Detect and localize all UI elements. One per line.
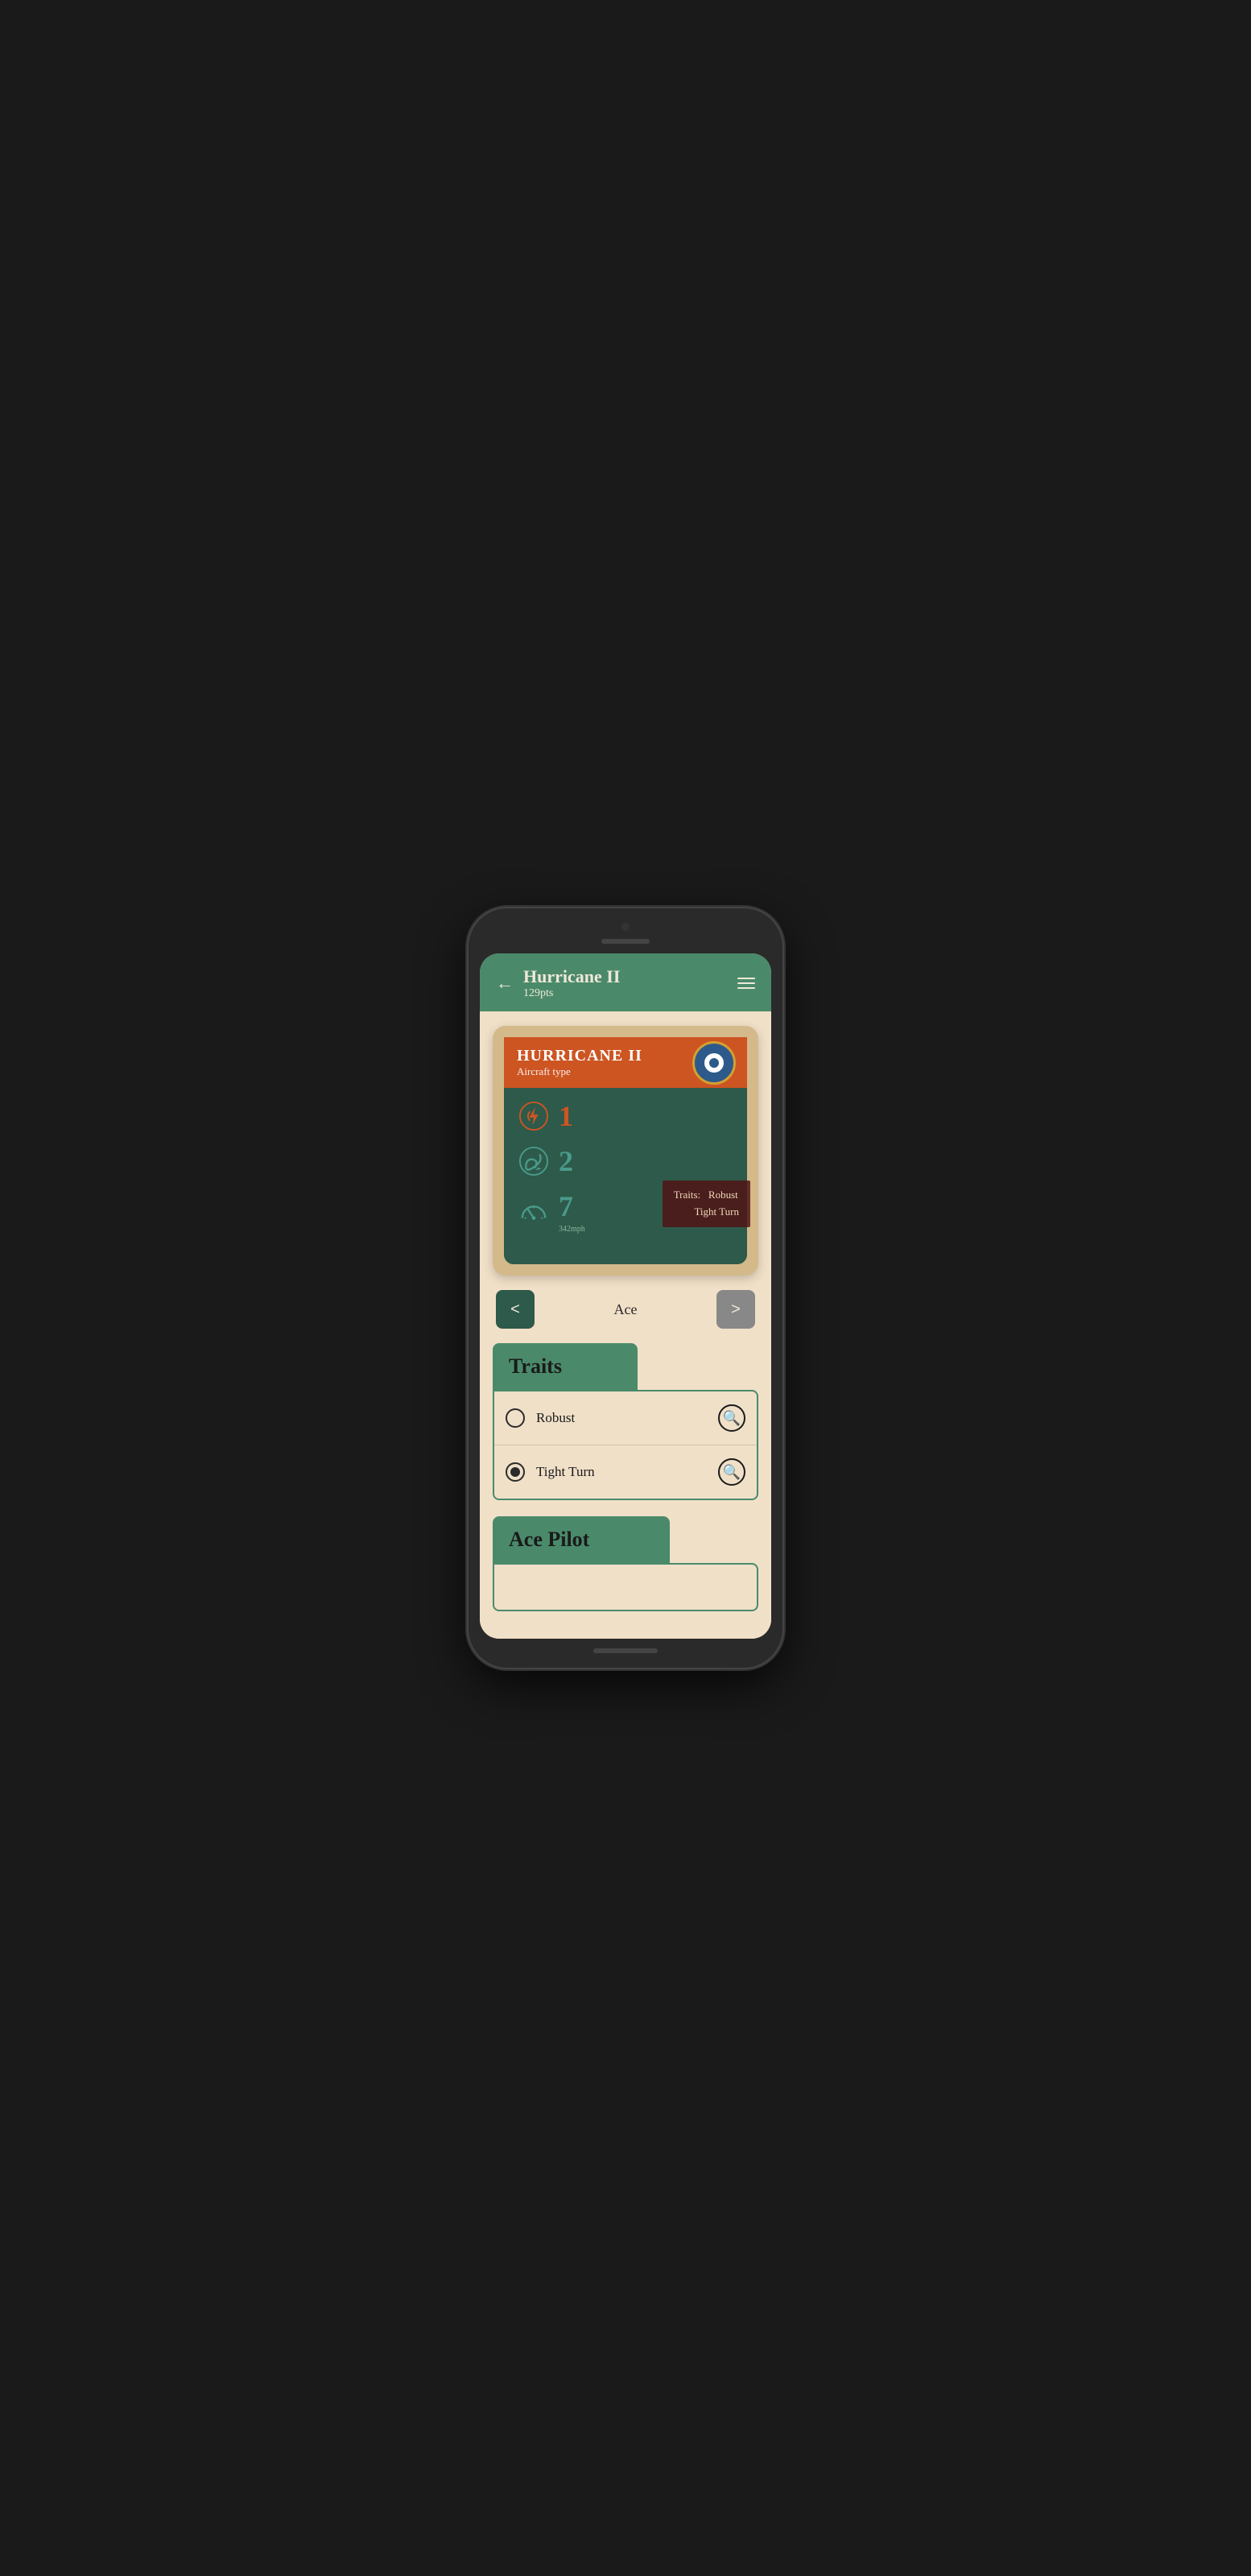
maneuver-value: 2 — [559, 1144, 573, 1178]
speed-value: 7 — [559, 1189, 573, 1223]
menu-line-2 — [737, 982, 755, 984]
aircraft-card: HURRICANE II Aircraft type — [504, 1037, 747, 1264]
app-header: ← Hurricane II 129pts — [480, 953, 771, 1011]
speed-icon — [517, 1195, 551, 1229]
speed-data: 7 342mph — [559, 1189, 585, 1234]
phone-screen: ← Hurricane II 129pts HURRICANE II — [480, 953, 771, 1639]
roundel-dot — [709, 1058, 719, 1068]
list-item: Tight Turn 🔍 — [494, 1445, 757, 1499]
speed-top: 7 — [559, 1189, 573, 1223]
phone-frame: ← Hurricane II 129pts HURRICANE II — [469, 908, 782, 1668]
trait-name-tightturn: Tight Turn — [536, 1464, 595, 1480]
camera — [621, 923, 630, 931]
maneuver-icon — [517, 1144, 551, 1178]
list-item: Robust 🔍 — [494, 1391, 757, 1445]
ace-pilot-title: Ace Pilot — [493, 1516, 670, 1563]
back-button[interactable]: ← — [496, 973, 514, 994]
radio-tightturn[interactable] — [506, 1462, 525, 1482]
attack-stat-row: 1 — [517, 1099, 734, 1133]
aircraft-name: HURRICANE II — [517, 1047, 642, 1065]
attack-icon — [517, 1099, 551, 1133]
radio-inner-robust — [510, 1413, 520, 1423]
maneuver-stat-row: 2 — [517, 1144, 734, 1178]
menu-line-3 — [737, 987, 755, 989]
search-button-robust[interactable]: 🔍 — [718, 1404, 745, 1432]
menu-button[interactable] — [737, 978, 755, 989]
traits-overlay: Traits: Robust Tight Turn — [663, 1180, 750, 1227]
navigation-row: < Ace > — [493, 1290, 758, 1329]
trait-name-robust: Robust — [536, 1410, 575, 1426]
trait-left-robust: Robust — [506, 1408, 575, 1428]
speaker-top — [601, 939, 650, 944]
points-label: 129pts — [523, 987, 737, 1000]
header-center: Hurricane II 129pts — [514, 966, 737, 1000]
ace-pilot-content — [493, 1563, 758, 1611]
card-title-text: HURRICANE II Aircraft type — [517, 1047, 642, 1078]
main-content: HURRICANE II Aircraft type — [480, 1011, 771, 1639]
radio-robust[interactable] — [506, 1408, 525, 1428]
roundel-badge — [692, 1041, 736, 1085]
search-button-tightturn[interactable]: 🔍 — [718, 1458, 745, 1486]
attack-value: 1 — [559, 1099, 573, 1133]
trait-left-tightturn: Tight Turn — [506, 1462, 595, 1482]
roundel-inner — [703, 1052, 725, 1074]
next-button[interactable]: > — [716, 1290, 755, 1329]
aircraft-type: Aircraft type — [517, 1065, 642, 1078]
card-title-bar: HURRICANE II Aircraft type — [504, 1037, 747, 1088]
radio-inner-tightturn — [510, 1467, 520, 1477]
page-title: Hurricane II — [523, 966, 737, 987]
speaker-bottom — [593, 1648, 658, 1653]
stats-area: 1 2 — [504, 1088, 747, 1251]
ace-pilot-section: Ace Pilot — [493, 1516, 758, 1611]
traits-list: Robust 🔍 Tight Turn 🔍 — [493, 1390, 758, 1500]
current-nav-label: Ace — [614, 1301, 638, 1318]
traits-section-title: Traits — [493, 1343, 638, 1390]
traits-section: Traits Robust 🔍 — [493, 1343, 758, 1500]
traits-overlay-label: Traits: Robust Tight Turn — [674, 1187, 739, 1221]
prev-button[interactable]: < — [496, 1290, 535, 1329]
speed-label: 342mph — [559, 1225, 585, 1234]
traits-overlay-heading: Traits: — [674, 1189, 700, 1201]
menu-line-1 — [737, 978, 755, 979]
aircraft-card-container: HURRICANE II Aircraft type — [493, 1026, 758, 1276]
